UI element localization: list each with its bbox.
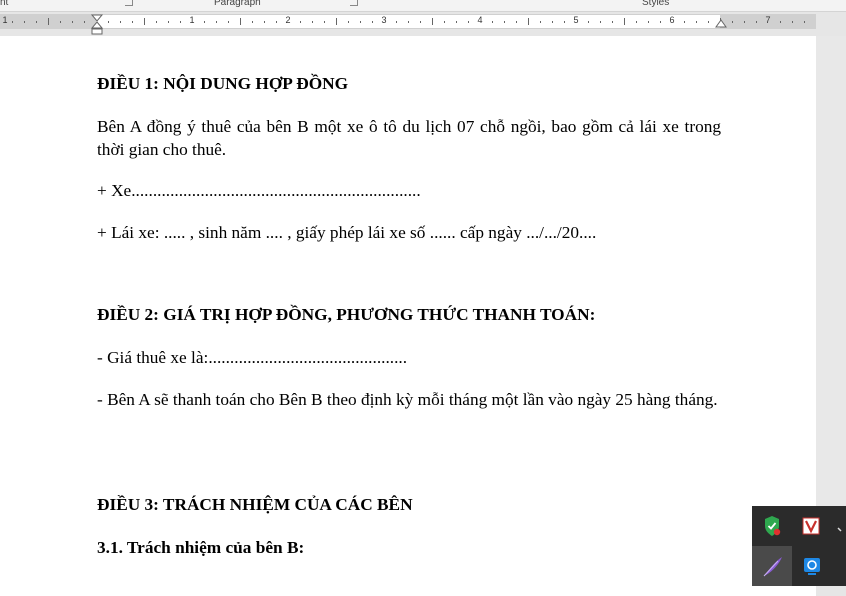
ruler-tick — [648, 21, 649, 23]
ruler-tick — [396, 21, 397, 23]
ruler-tick — [312, 21, 313, 23]
ruler-tick — [420, 21, 421, 23]
ruler-tick — [468, 21, 469, 23]
security-shield-icon[interactable] — [752, 506, 792, 546]
ruler-tick — [444, 21, 445, 23]
ribbon-group-paragraph-label: Paragraph — [214, 0, 261, 8]
ruler-tick — [336, 18, 337, 25]
ruler-tick — [156, 21, 157, 23]
ruler-tick — [696, 21, 697, 23]
ruler-tick — [600, 21, 601, 23]
ruler-tick — [612, 21, 613, 23]
article-1-heading: ĐIỀU 1: NỘI DUNG HỢP ĐỒNG — [97, 74, 349, 93]
right-indent-marker-icon[interactable] — [714, 19, 728, 29]
article-1-car-line: + Xe....................................… — [97, 181, 421, 200]
ruler-tick — [408, 21, 409, 23]
ruler-tick — [660, 21, 661, 23]
ruler-tick — [624, 18, 625, 25]
ruler-tick — [240, 18, 241, 25]
ruler-tick — [540, 21, 541, 23]
article-1-paragraph: Bên A đồng ý thuê của bên B một xe ô tô … — [97, 117, 721, 159]
horizontal-ruler[interactable]: 1 1 2 3 4 5 6 7 — [0, 14, 816, 35]
ruler-tick — [372, 21, 373, 23]
ruler-tick — [552, 21, 553, 23]
ruler-number: 1 — [2, 15, 8, 25]
article-3-heading: ĐIỀU 3: TRÁCH NHIỆM CỦA CÁC BÊN — [97, 495, 413, 514]
paragraph-dialog-launcher-icon[interactable]: . — [350, 0, 358, 6]
ruler-tick — [504, 21, 505, 23]
ruler-tick — [300, 21, 301, 23]
article-3-1-heading: 3.1. Trách nhiệm của bên B: — [97, 538, 305, 557]
ruler-number: 4 — [477, 15, 483, 25]
ruler-tick — [276, 21, 277, 23]
ruler-tick — [780, 21, 781, 23]
vivaldi-v-icon[interactable] — [792, 506, 832, 546]
article-2-payment-paragraph: - Bên A sẽ thanh toán cho Bên B theo địn… — [97, 390, 718, 409]
ruler-tick — [432, 18, 433, 25]
ruler-tick — [180, 21, 181, 23]
ruler-number: 1 — [189, 15, 195, 25]
ruler-tick — [264, 21, 265, 23]
pen-feather-icon[interactable] — [752, 546, 792, 586]
ruler-tick — [228, 21, 229, 23]
ruler-tick — [144, 18, 145, 25]
ruler-tick — [756, 21, 757, 23]
ruler-number: 5 — [573, 15, 579, 25]
ruler-tick — [216, 21, 217, 23]
ruler-tick — [348, 21, 349, 23]
ruler-tick — [48, 18, 49, 25]
ruler-tick — [516, 21, 517, 23]
ruler-tick — [564, 21, 565, 23]
ruler-tick — [60, 21, 61, 23]
article-2-heading: ĐIỀU 2: GIÁ TRỊ HỢP ĐỒNG, PHƯƠNG THỨC TH… — [97, 305, 596, 324]
ruler-tick — [804, 21, 805, 23]
ruler-tick — [168, 21, 169, 23]
system-tray-overflow — [752, 506, 846, 586]
ruler-tick — [732, 21, 733, 23]
ruler-tick — [684, 21, 685, 23]
ruler-tick — [456, 21, 457, 23]
vertical-scroll-area[interactable] — [816, 36, 846, 586]
ruler-tick — [492, 21, 493, 23]
ruler-number: 6 — [669, 15, 675, 25]
ribbon-group-font-label: nt — [0, 0, 9, 8]
ruler-tick — [120, 21, 121, 23]
ruler-number: 3 — [381, 15, 387, 25]
ruler-tick — [252, 21, 253, 23]
ruler-tick — [528, 18, 529, 25]
ruler-tick — [108, 21, 109, 23]
article-1-driver-line: + Lái xe: ..... , sinh năm .... , giấy p… — [97, 223, 597, 242]
ruler-tick — [132, 21, 133, 23]
ribbon-group-labels: nt . Paragraph . Styles — [0, 0, 846, 12]
left-indent-marker-icon[interactable] — [90, 14, 104, 36]
ruler-tick — [324, 21, 325, 23]
chevron-partial-icon[interactable] — [832, 506, 846, 546]
ruler-number: 2 — [285, 15, 291, 25]
ruler-tick — [12, 21, 13, 23]
ruler-number: 7 — [765, 15, 771, 25]
ruler-tick — [708, 21, 709, 23]
ruler-tick — [72, 21, 73, 23]
ruler-tick — [204, 21, 205, 23]
document-page[interactable]: ĐIỀU 1: NỘI DUNG HỢP ĐỒNG Bên A đồng ý t… — [0, 36, 816, 596]
network-status-icon[interactable] — [792, 546, 832, 586]
ruler-tick — [360, 21, 361, 23]
ruler-tick — [24, 21, 25, 23]
ruler-tick — [744, 21, 745, 23]
font-dialog-launcher-icon[interactable]: . — [125, 0, 133, 6]
ruler-tick — [792, 21, 793, 23]
ruler-tick — [636, 21, 637, 23]
ruler-tick — [84, 21, 85, 23]
article-2-price-line: - Giá thuê xe là:.......................… — [97, 348, 408, 367]
ruler-tick — [588, 21, 589, 23]
ribbon-group-styles-label: Styles — [642, 0, 670, 8]
ruler-tick — [36, 21, 37, 23]
